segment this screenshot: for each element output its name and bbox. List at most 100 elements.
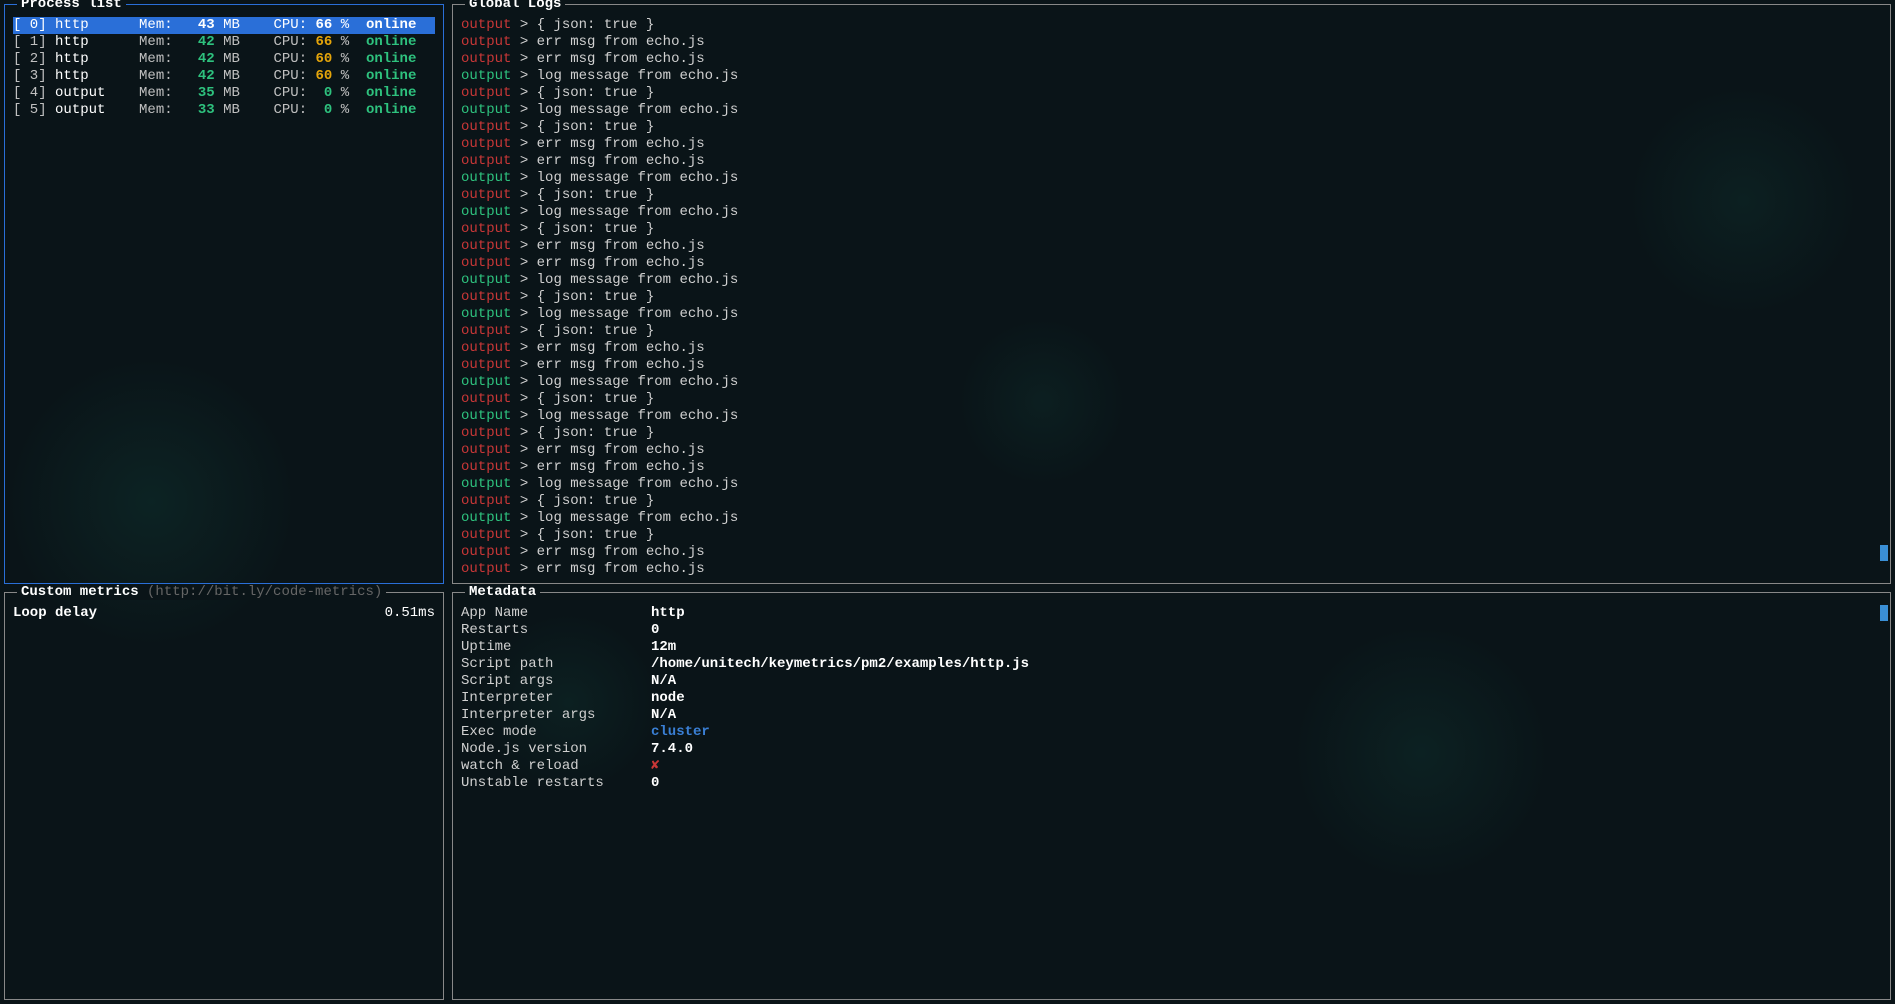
mem-unit: MB [223,102,273,119]
log-message: { json: true } [537,119,655,135]
log-source: output [461,476,511,492]
log-message: err msg from echo.js [537,153,705,169]
mem-value: 33 [181,102,223,119]
metadata-key: Unstable restarts [461,775,651,792]
process-list-body: [ 0] http Mem: 43 MB CPU: 66 % online[ 1… [13,17,435,119]
cpu-label: CPU: [273,102,315,119]
log-source: output [461,119,511,135]
process-row[interactable]: [ 2] http Mem: 42 MB CPU: 60 % online [13,51,435,68]
metadata-value: 7.4.0 [651,741,693,758]
cpu-percent: % [341,34,366,51]
log-arrow: > [511,374,536,390]
log-line: output > err msg from echo.js [461,561,1882,578]
log-message: log message from echo.js [537,272,739,288]
process-name: http [55,68,139,85]
log-line: output > log message from echo.js [461,68,1882,85]
log-line: output > { json: true } [461,85,1882,102]
log-source: output [461,136,511,152]
log-message: { json: true } [537,85,655,101]
log-arrow: > [511,476,536,492]
metadata-key: Interpreter args [461,707,651,724]
mem-value: 42 [181,51,223,68]
cpu-label: CPU: [273,34,315,51]
metadata-row: Uptime12m [461,639,1882,656]
metadata-row: App Namehttp [461,605,1882,622]
global-logs-panel[interactable]: Global Logs output > { json: true }outpu… [452,4,1891,584]
cpu-value: 0 [316,85,341,102]
metadata-value: ✘ [651,758,659,775]
log-source: output [461,51,511,67]
process-list-title: Process list [17,0,126,12]
mem-label: Mem: [139,34,181,51]
log-arrow: > [511,340,536,356]
metadata-key: App Name [461,605,651,622]
process-row[interactable]: [ 5] output Mem: 33 MB CPU: 0 % online [13,102,435,119]
metric-label: Loop delay [13,605,97,622]
metadata-scrollbar-thumb[interactable] [1880,605,1888,621]
cpu-percent: % [341,85,366,102]
log-arrow: > [511,221,536,237]
process-row[interactable]: [ 3] http Mem: 42 MB CPU: 60 % online [13,68,435,85]
process-row[interactable]: [ 0] http Mem: 43 MB CPU: 66 % online [13,17,435,34]
log-source: output [461,374,511,390]
log-source: output [461,323,511,339]
log-message: { json: true } [537,289,655,305]
metadata-row: Restarts0 [461,622,1882,639]
process-name: http [55,34,139,51]
log-arrow: > [511,68,536,84]
process-status: online [366,34,416,51]
log-line: output > log message from echo.js [461,170,1882,187]
log-arrow: > [511,136,536,152]
log-line: output > { json: true } [461,289,1882,306]
metadata-key: Interpreter [461,690,651,707]
log-source: output [461,442,511,458]
log-arrow: > [511,170,536,186]
metadata-value: N/A [651,673,676,690]
mem-label: Mem: [139,85,181,102]
custom-metrics-title: Custom metrics (http://bit.ly/code-metri… [17,584,386,600]
logs-scrollbar-thumb[interactable] [1880,545,1888,561]
log-source: output [461,17,511,33]
log-message: log message from echo.js [537,408,739,424]
log-line: output > { json: true } [461,17,1882,34]
metadata-value: /home/unitech/keymetrics/pm2/examples/ht… [651,656,1029,673]
log-arrow: > [511,34,536,50]
log-line: output > log message from echo.js [461,510,1882,527]
metadata-value: node [651,690,685,707]
process-row[interactable]: [ 1] http Mem: 42 MB CPU: 66 % online [13,34,435,51]
log-message: { json: true } [537,527,655,543]
metadata-title: Metadata [465,584,540,600]
mem-label: Mem: [139,17,181,34]
log-arrow: > [511,153,536,169]
log-line: output > err msg from echo.js [461,442,1882,459]
log-line: output > { json: true } [461,221,1882,238]
log-arrow: > [511,17,536,33]
mem-value: 43 [181,17,223,34]
log-source: output [461,289,511,305]
cpu-value: 66 [316,34,341,51]
log-arrow: > [511,442,536,458]
mem-unit: MB [223,85,273,102]
log-source: output [461,544,511,560]
log-arrow: > [511,323,536,339]
log-message: err msg from echo.js [537,238,705,254]
log-arrow: > [511,187,536,203]
log-message: err msg from echo.js [537,51,705,67]
custom-metrics-panel[interactable]: Custom metrics (http://bit.ly/code-metri… [4,592,444,1000]
log-line: output > { json: true } [461,187,1882,204]
log-message: log message from echo.js [537,170,739,186]
metadata-key: Uptime [461,639,651,656]
log-arrow: > [511,391,536,407]
log-line: output > err msg from echo.js [461,51,1882,68]
log-message: { json: true } [537,187,655,203]
cpu-value: 66 [316,17,341,34]
process-list-panel[interactable]: Process list [ 0] http Mem: 43 MB CPU: 6… [4,4,444,584]
process-id: [ 4] [13,85,55,102]
metadata-panel[interactable]: Metadata App NamehttpRestarts0Uptime12mS… [452,592,1891,1000]
log-line: output > log message from echo.js [461,272,1882,289]
process-name: output [55,85,139,102]
log-source: output [461,306,511,322]
metadata-key: Exec mode [461,724,651,741]
process-row[interactable]: [ 4] output Mem: 35 MB CPU: 0 % online [13,85,435,102]
log-source: output [461,153,511,169]
